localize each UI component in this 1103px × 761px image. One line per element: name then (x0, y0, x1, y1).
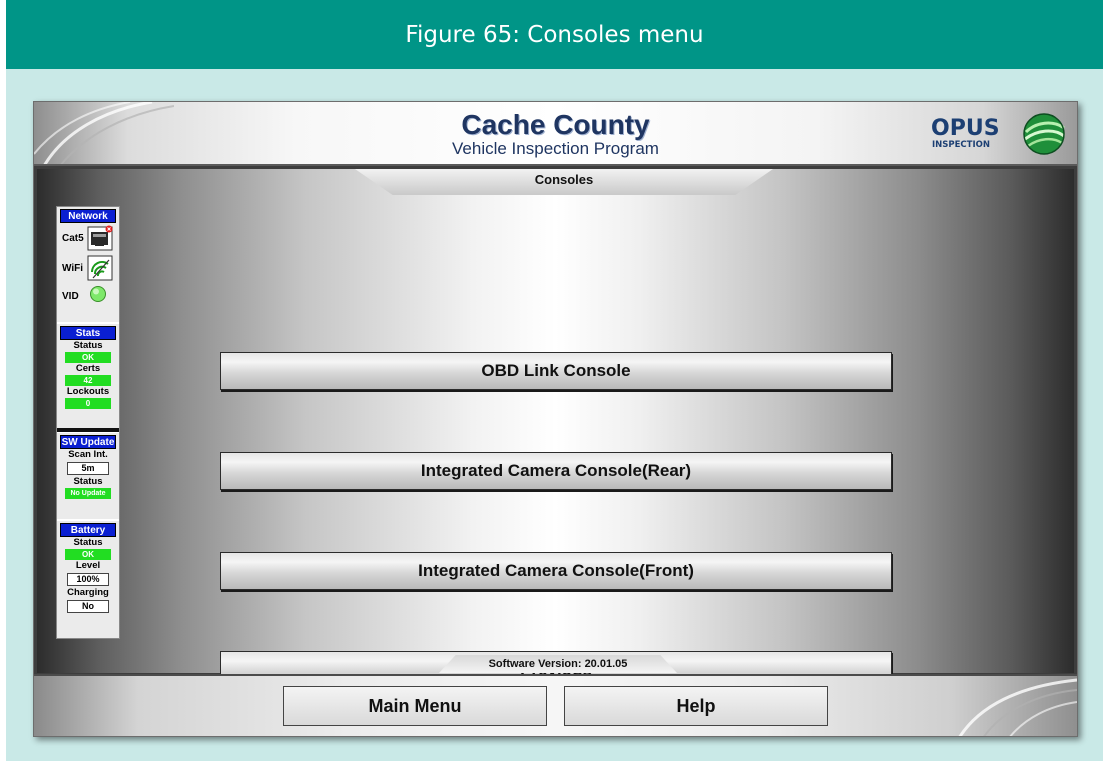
app-window: Cache County Vehicle Inspection Program … (33, 101, 1078, 737)
main-menu-button[interactable]: Main Menu (283, 686, 547, 726)
vid-row: VID (57, 283, 119, 313)
help-label: Help (676, 695, 716, 716)
cat5-row: Cat5 (57, 223, 119, 253)
network-header: Network (60, 209, 116, 223)
sw-status-value: No Update (65, 488, 111, 499)
obd-link-console-button[interactable]: OBD Link Console (220, 352, 892, 390)
logo-subtext: INSPECTION (932, 140, 990, 150)
app-banner: Cache County Vehicle Inspection Program … (34, 102, 1077, 166)
stats-status-value: OK (65, 352, 111, 363)
stats-status-label: Status (73, 340, 103, 351)
status-led-icon (90, 286, 106, 302)
charging-value: No (67, 600, 109, 613)
software-version: Software Version: 20.01.05 (488, 658, 628, 670)
opus-logo: OPUS INSPECTION (929, 110, 1069, 158)
panel-divider (57, 428, 119, 432)
certs-value: 42 (65, 375, 111, 386)
help-button[interactable]: Help (564, 686, 828, 726)
logo-text: OPUS (931, 116, 1000, 141)
status-panel: Network Cat5 WiFi VID Stats Status OK Ce… (56, 206, 120, 639)
main-menu-label: Main Menu (368, 695, 462, 716)
stats-section: Stats Status OK Certs 42 Lockouts 0 (57, 324, 119, 428)
wifi-row: WiFi (57, 253, 119, 283)
battery-header: Battery (60, 523, 116, 537)
battery-status-label: Status (73, 537, 103, 548)
wifi-label: WiFi (62, 263, 84, 274)
lockouts-label: Lockouts (66, 386, 110, 397)
app-subtitle: Vehicle Inspection Program (452, 139, 659, 158)
scan-interval-value: 5m (67, 462, 109, 475)
footer-bar: Main Menu Help (34, 674, 1077, 736)
sw-status-label: Status (73, 476, 103, 487)
battery-level-value: 100% (67, 573, 109, 586)
battery-status-value: OK (65, 549, 111, 560)
scan-interval-label: Scan Int. (68, 449, 108, 460)
battery-section: Battery Status OK Level 100% Charging No (57, 521, 119, 638)
content-area: Consoles Network Cat5 WiFi VID Stats Sta… (37, 169, 1074, 689)
app-title: Cache County (461, 109, 650, 140)
lockouts-value: 0 (65, 398, 111, 409)
ethernet-port-icon (87, 225, 113, 251)
wifi-icon (87, 255, 113, 281)
screen-title: Consoles (534, 172, 594, 187)
sw-update-header: SW Update (60, 435, 116, 449)
stats-header: Stats (60, 326, 116, 340)
certs-label: Certs (75, 363, 101, 374)
integrated-camera-console-rear-button[interactable]: Integrated Camera Console(Rear) (220, 452, 892, 490)
battery-level-label: Level (75, 560, 101, 571)
globe-icon (1023, 113, 1065, 155)
charging-label: Charging (67, 587, 109, 598)
decorative-swoosh-icon (958, 678, 1077, 736)
cat5-label: Cat5 (62, 233, 84, 244)
vid-label: VID (62, 291, 79, 302)
sw-update-section: SW Update Scan Int. 5m Status No Update (57, 433, 119, 519)
figure-caption: Figure 65: Consoles menu (6, 0, 1103, 69)
integrated-camera-console-front-button[interactable]: Integrated Camera Console(Front) (220, 552, 892, 590)
network-section: Network Cat5 WiFi VID (57, 207, 119, 322)
